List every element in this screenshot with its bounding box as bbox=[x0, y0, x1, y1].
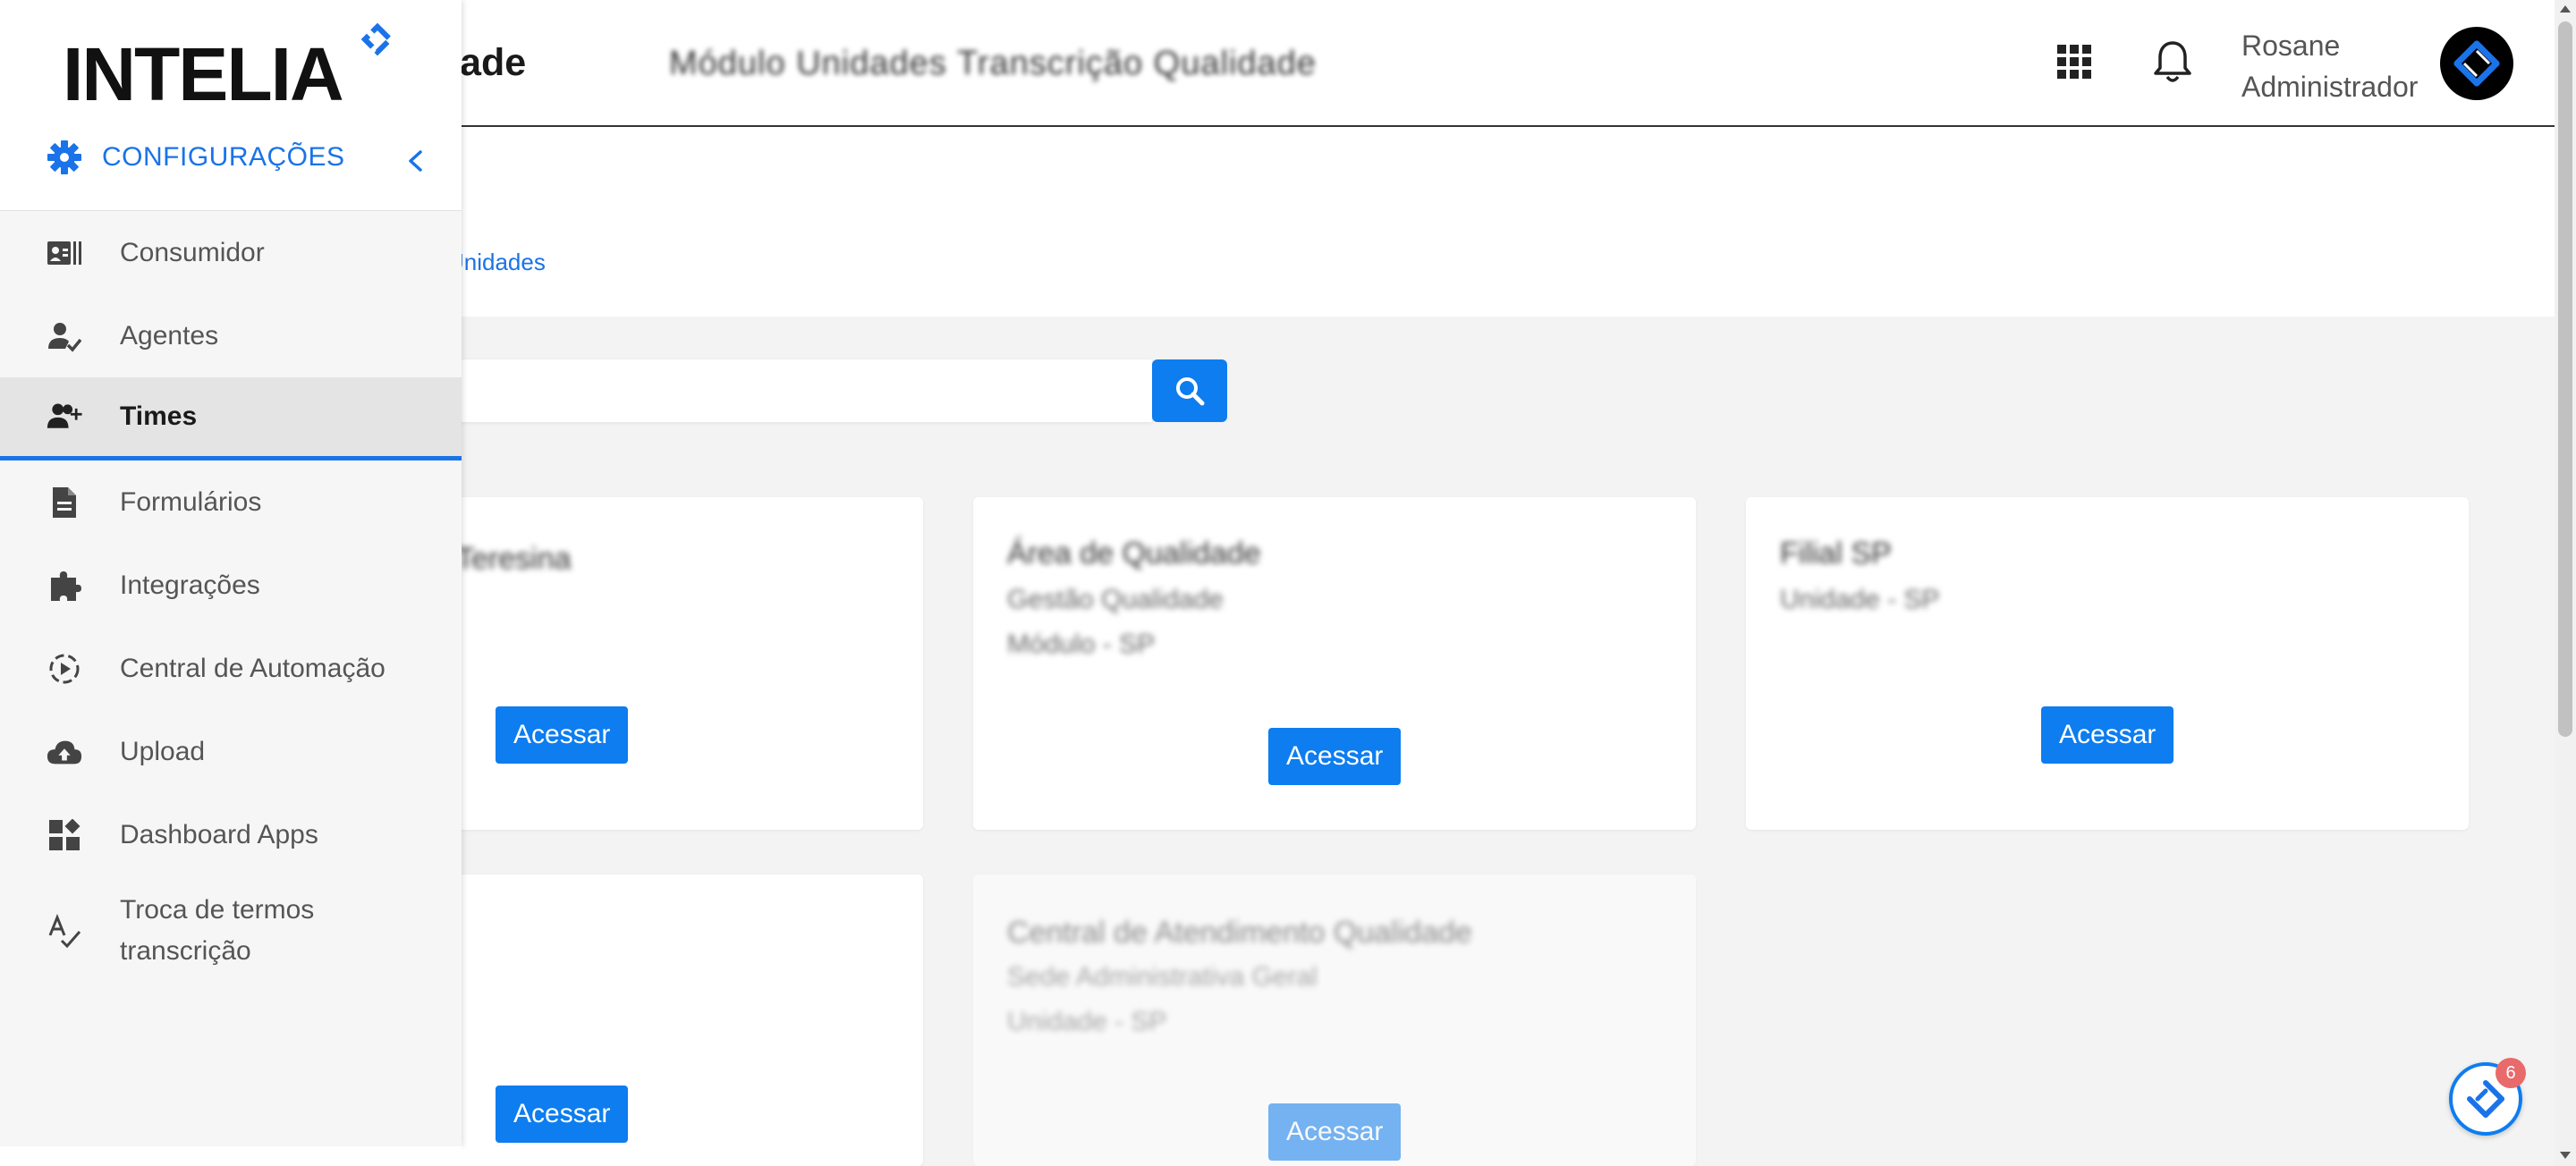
user-plus-icon bbox=[47, 399, 82, 435]
unit-card: Filial SP Unidade - SP Acessar bbox=[1746, 497, 2469, 830]
puzzle-icon bbox=[47, 568, 82, 604]
vertical-scrollbar[interactable] bbox=[2555, 0, 2576, 1166]
card-title: Teresina bbox=[456, 542, 572, 576]
unit-card: Área de Qualidade Gestão Qualidade Módul… bbox=[973, 497, 1696, 830]
contact-card-icon bbox=[47, 235, 82, 271]
access-button[interactable]: Acessar bbox=[2041, 706, 2174, 764]
access-button[interactable]: Acessar bbox=[496, 1086, 629, 1143]
sidebar-item-label: Central de Automação bbox=[120, 653, 386, 683]
sidebar-item-label: Formulários bbox=[120, 486, 262, 517]
access-button[interactable]: Acessar bbox=[496, 706, 629, 764]
intelia-mark-icon bbox=[2453, 40, 2500, 87]
scroll-up-arrow-icon[interactable] bbox=[2560, 5, 2571, 13]
scroll-down-arrow-icon[interactable] bbox=[2560, 1152, 2571, 1159]
scroll-thumb[interactable] bbox=[2558, 21, 2572, 737]
bell-icon[interactable] bbox=[2152, 39, 2193, 86]
sidebar-item-label: Troca de termos transcrição bbox=[120, 895, 315, 966]
card-title: Área de Qualidade bbox=[1007, 537, 1261, 570]
chevron-left-icon[interactable] bbox=[402, 147, 428, 175]
search-button[interactable] bbox=[1152, 359, 1227, 422]
access-button[interactable]: Acessar bbox=[1268, 1103, 1402, 1161]
sidebar-item-troca-termos[interactable]: Troca de termos transcrição bbox=[0, 876, 462, 985]
notification-badge: 6 bbox=[2496, 1058, 2526, 1088]
sidebar-item-dashboard-apps[interactable]: Dashboard Apps bbox=[0, 793, 462, 876]
breadcrumb-link[interactable]: Unidades bbox=[447, 249, 546, 276]
header-blurred-text-1: Módulo Unidades bbox=[669, 45, 947, 82]
access-button[interactable]: Acessar bbox=[1268, 728, 1402, 785]
sidebar-item-label: Times bbox=[120, 401, 198, 431]
unit-card: Teresina Acessar bbox=[394, 497, 923, 830]
sidebar-menu: Consumidor Agentes Times Formulários Int… bbox=[0, 211, 462, 985]
user-name: Rosane bbox=[2241, 30, 2341, 62]
sidebar-item-upload[interactable]: Upload bbox=[0, 710, 462, 793]
intelia-logo[interactable]: INTELIA bbox=[63, 20, 402, 109]
settings-label: CONFIGURAÇÕES bbox=[102, 142, 345, 172]
automation-icon bbox=[47, 651, 82, 687]
sidebar-item-times[interactable]: Times bbox=[0, 377, 462, 460]
sidebar-item-label: Consumidor bbox=[120, 237, 265, 267]
user-role: Administrador bbox=[2241, 71, 2419, 103]
logo-text: INTELIA bbox=[63, 32, 343, 109]
apps-grid-icon[interactable] bbox=[2055, 43, 2093, 80]
gear-icon bbox=[47, 140, 81, 174]
card-subtitle: Unidade - SP bbox=[1007, 1007, 1167, 1036]
sidebar-item-formularios[interactable]: Formulários bbox=[0, 460, 462, 544]
document-icon bbox=[47, 485, 82, 520]
card-subtitle: Sede Administrativa Geral bbox=[1007, 962, 1318, 992]
sidebar-footer bbox=[0, 1146, 462, 1166]
user-avatar[interactable] bbox=[2440, 27, 2513, 100]
search-icon bbox=[1176, 377, 1205, 406]
card-subtitle: Gestão Qualidade bbox=[1007, 585, 1224, 614]
spellcheck-icon bbox=[47, 913, 82, 949]
sidebar-item-central-automacao[interactable]: Central de Automação bbox=[0, 627, 462, 710]
sidebar-item-label: Agentes bbox=[120, 320, 219, 351]
sidebar-item-integracoes[interactable]: Integrações bbox=[0, 544, 462, 627]
sidebar-item-consumidor[interactable]: Consumidor bbox=[0, 211, 462, 294]
logo-diamond-icon bbox=[360, 22, 394, 56]
cloud-upload-icon bbox=[47, 734, 82, 770]
card-title: Central de Atendimento Qualidade bbox=[1007, 916, 1472, 950]
unit-card: Acessar bbox=[394, 874, 923, 1166]
card-title: Filial SP bbox=[1780, 537, 1892, 570]
user-check-icon bbox=[47, 318, 82, 354]
unit-card-disabled: Central de Atendimento Qualidade Sede Ad… bbox=[973, 874, 1696, 1166]
sidebar-item-label: Upload bbox=[120, 736, 206, 766]
sidebar-item-label: Integrações bbox=[120, 570, 260, 600]
logo-area: INTELIA CONFIGURAÇÕES bbox=[0, 0, 462, 211]
search-input[interactable] bbox=[394, 359, 1152, 422]
card-subtitle: Módulo - SP bbox=[1007, 629, 1156, 659]
sidebar: INTELIA CONFIGURAÇÕES Consumidor Agentes… bbox=[0, 0, 462, 1146]
card-subtitle: Unidade - SP bbox=[1780, 585, 1940, 614]
sidebar-item-agentes[interactable]: Agentes bbox=[0, 294, 462, 377]
dashboard-icon bbox=[47, 817, 82, 853]
settings-header[interactable]: CONFIGURAÇÕES bbox=[47, 139, 345, 175]
sidebar-item-label: Dashboard Apps bbox=[120, 819, 318, 849]
header-blurred-text-2: Transcrição Qualidade bbox=[957, 45, 1317, 82]
